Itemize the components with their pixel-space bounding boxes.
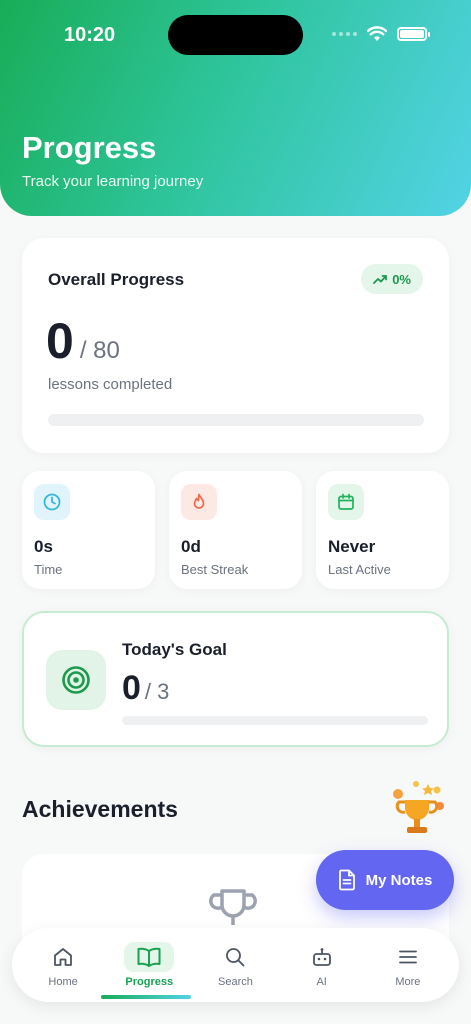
nav-item-more[interactable]: More: [372, 936, 444, 994]
nav-label-ai: AI: [316, 976, 327, 988]
nav-item-progress[interactable]: Progress: [113, 936, 185, 994]
my-notes-button[interactable]: My Notes: [316, 850, 454, 910]
stat-label-streak: Best Streak: [181, 562, 249, 577]
bottom-nav: Home Progress Search AI More: [12, 928, 459, 1002]
stat-label-last-active: Last Active: [328, 562, 391, 577]
stat-card-streak: 0d Best Streak: [169, 471, 302, 589]
nav-label-progress: Progress: [125, 976, 174, 988]
trophy-icon: [209, 889, 257, 925]
status-icons: [332, 26, 430, 42]
lessons-completed-value: 0: [46, 313, 74, 369]
stat-value-time: 0s: [34, 537, 53, 556]
lessons-completed-label: lessons completed: [48, 376, 173, 393]
battery-icon: [397, 27, 430, 41]
nav-item-search[interactable]: Search: [199, 936, 271, 994]
stat-value-streak: 0d: [181, 537, 201, 556]
book-icon: [137, 947, 161, 967]
header: 10:20 Progress Track your learning journ…: [0, 0, 471, 216]
page-title: Progress: [22, 130, 157, 165]
goal-count: 0 / 3: [122, 669, 169, 708]
wifi-icon: [367, 26, 387, 41]
menu-icon: [398, 950, 417, 964]
overall-progress-title: Overall Progress: [48, 270, 185, 289]
clock-icon: [34, 484, 70, 520]
page-subtitle: Track your learning journey: [22, 173, 204, 190]
nav-item-home[interactable]: Home: [27, 936, 99, 994]
goal-progress-bar: [122, 716, 428, 725]
nav-active-indicator: [101, 995, 191, 999]
overall-progress-card: Overall Progress 0% 0 / 80 lessons compl…: [22, 238, 449, 453]
achievements-heading: Achievements: [22, 796, 178, 822]
nav-label-home: Home: [48, 976, 78, 988]
stat-value-last-active: Never: [328, 537, 376, 556]
lessons-total-value: / 80: [79, 337, 120, 364]
trend-value: 0%: [392, 271, 411, 287]
nav-label-search: Search: [218, 976, 253, 988]
dynamic-island: [168, 15, 303, 55]
nav-label-more: More: [395, 976, 421, 988]
cellular-signal-icon: [332, 32, 357, 36]
document-icon: [338, 869, 355, 891]
trend-badge: 0%: [361, 264, 423, 294]
stat-label-time: Time: [34, 562, 63, 577]
goal-total-value: / 3: [144, 679, 170, 704]
nav-item-ai[interactable]: AI: [286, 936, 358, 994]
status-time: 10:20: [64, 24, 116, 46]
todays-goal-card[interactable]: Today's Goal 0 / 3: [22, 611, 449, 747]
todays-goal-title: Today's Goal: [122, 640, 227, 659]
search-icon: [226, 948, 245, 967]
target-icon: [46, 650, 106, 710]
trophy-celebration-icon: [393, 781, 444, 833]
stat-card-time: 0s Time: [22, 471, 155, 589]
goal-done-value: 0: [122, 669, 141, 707]
robot-icon: [312, 948, 331, 966]
stat-card-last-active: Never Last Active: [316, 471, 449, 589]
lessons-count: 0 / 80: [46, 312, 120, 370]
home-icon: [54, 948, 72, 966]
overall-progress-bar: [48, 414, 424, 426]
flame-icon: [181, 484, 217, 520]
trending-up-icon: [373, 275, 388, 284]
calendar-icon: [328, 484, 364, 520]
my-notes-label: My Notes: [365, 871, 433, 889]
